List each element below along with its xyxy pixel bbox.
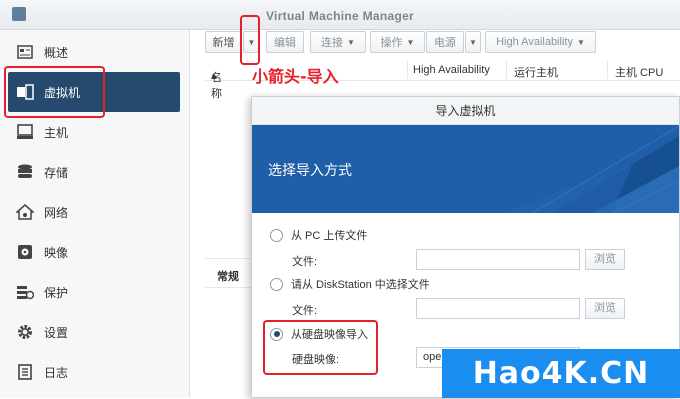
- host-icon: [16, 123, 34, 141]
- column-header-running-host[interactable]: 运行主机: [514, 64, 558, 80]
- connect-label: 连接: [321, 37, 344, 49]
- caret-down-icon: ▼: [406, 37, 415, 47]
- diskstation-file-field[interactable]: [416, 298, 580, 319]
- pc-file-field[interactable]: [416, 249, 580, 270]
- sidebar-item-label: 概述: [44, 45, 69, 60]
- sidebar-item-host[interactable]: 主机: [8, 112, 180, 152]
- sort-ascending-icon: ▴: [211, 70, 217, 82]
- sidebar-item-label: 网络: [44, 205, 69, 220]
- storage-icon: [16, 163, 34, 181]
- edit-button[interactable]: 编辑: [266, 31, 304, 53]
- image-icon: [16, 243, 34, 261]
- caret-down-icon: ▼: [347, 37, 355, 47]
- high-availability-button[interactable]: High Availability ▼: [485, 31, 596, 53]
- annotation-label: 小箭头-导入: [252, 67, 339, 86]
- option-label: 从 PC 上传文件: [291, 230, 368, 242]
- window-title: Virtual Machine Manager: [265, 9, 415, 23]
- sidebar-item-label: 主机: [44, 125, 69, 140]
- create-button[interactable]: 新增: [205, 31, 242, 53]
- dialog-banner: 选择导入方式: [252, 125, 679, 213]
- protection-icon: [16, 283, 34, 301]
- title-bar: Virtual Machine Manager: [0, 0, 680, 30]
- sidebar-item-protection[interactable]: 保护: [8, 272, 180, 312]
- dialog-title: 导入虚拟机: [252, 97, 679, 125]
- column-header-host-cpu[interactable]: 主机 CPU: [615, 64, 663, 80]
- browse-button[interactable]: 浏览: [585, 249, 625, 270]
- highlight-box-sidebar: [4, 66, 105, 118]
- option-upload-from-pc[interactable]: 从 PC 上传文件: [270, 227, 367, 243]
- power-button[interactable]: 电源: [426, 31, 464, 53]
- file-label: 文件:: [292, 256, 318, 268]
- sidebar-item-image[interactable]: 映像: [8, 232, 180, 272]
- tab-general[interactable]: 常规: [217, 268, 239, 284]
- option-select-from-diskstation[interactable]: 请从 DiskStation 中选择文件: [270, 276, 430, 292]
- action-button[interactable]: 操作 ▼: [370, 31, 425, 53]
- column-header-high-availability[interactable]: High Availability: [413, 64, 490, 76]
- highlight-box-dropdown-arrow: [240, 15, 260, 65]
- sidebar-item-label: 设置: [44, 325, 69, 340]
- dialog-heading: 选择导入方式: [268, 162, 352, 178]
- sidebar-item-label: 映像: [44, 245, 69, 260]
- log-icon: [16, 363, 34, 381]
- caret-down-icon: ▼: [469, 37, 477, 47]
- browse-button[interactable]: 浏览: [585, 298, 625, 319]
- sidebar-item-log[interactable]: 日志: [8, 352, 180, 392]
- sidebar-item-label: 日志: [44, 365, 69, 380]
- sidebar-item-label: 存储: [44, 165, 69, 180]
- column-divider: [407, 61, 408, 79]
- option-label: 请从 DiskStation 中选择文件: [291, 279, 430, 291]
- radio-upload-from-pc[interactable]: [270, 228, 283, 242]
- high-availability-label: High Availability: [496, 36, 573, 48]
- network-icon: [16, 203, 34, 221]
- caret-down-icon: ▼: [576, 37, 585, 47]
- overview-icon: [16, 43, 34, 61]
- file-label: 文件:: [292, 305, 318, 317]
- power-dropdown-button[interactable]: ▼: [465, 31, 481, 53]
- radio-select-from-diskstation[interactable]: [270, 277, 283, 291]
- connect-button[interactable]: 连接 ▼: [310, 31, 366, 53]
- column-divider: [607, 61, 608, 79]
- sidebar-item-storage[interactable]: 存储: [8, 152, 180, 192]
- action-label: 操作: [380, 37, 403, 49]
- watermark: Hao4K.CN: [442, 349, 680, 398]
- gear-icon: [16, 323, 34, 341]
- highlight-box-disk-image-option: [263, 320, 378, 375]
- column-divider: [506, 61, 507, 79]
- sidebar-item-network[interactable]: 网络: [8, 192, 180, 232]
- detail-panel-tabs: 常规: [205, 258, 253, 288]
- sidebar-item-label: 保护: [44, 285, 69, 300]
- sidebar-item-settings[interactable]: 设置: [8, 312, 180, 352]
